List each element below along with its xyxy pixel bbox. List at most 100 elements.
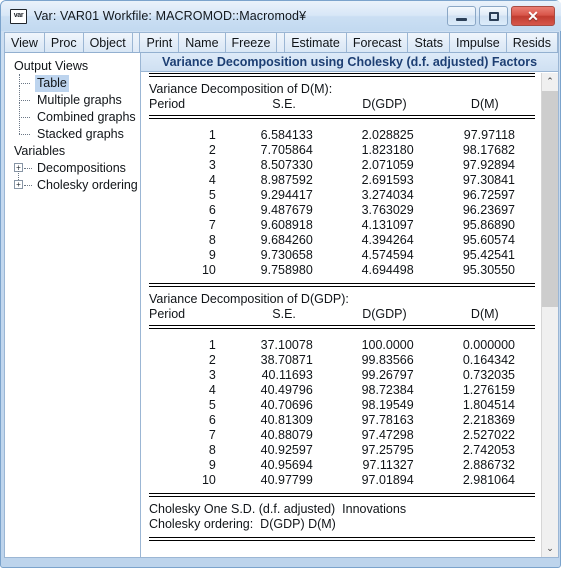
table-row: 3 40.11693 99.26797 0.732035 <box>149 368 535 383</box>
sidebar-item-cholesky-ordering[interactable]: + Cholesky ordering <box>5 169 140 194</box>
cell-dm: 98.17682 <box>462 143 515 157</box>
cell-dgdp: 4.694498 <box>361 263 414 277</box>
cell-se: 40.97799 <box>260 473 313 487</box>
table-1-header-row: Period S.E. D(GDP) D(M) <box>149 97 535 112</box>
cell-period: 6 <box>208 203 216 217</box>
toolbar-button-stats[interactable]: Stats <box>408 33 450 52</box>
table-row: 2 38.70871 99.83566 0.164342 <box>149 353 535 368</box>
sidebar-item-table[interactable]: Table <box>5 74 140 92</box>
cell-dm: 95.30550 <box>462 263 515 277</box>
cell-period: 4 <box>208 383 216 397</box>
cell-period: 8 <box>208 233 216 247</box>
cell-dm: 96.72597 <box>462 188 515 202</box>
cell-dgdp: 3.763029 <box>361 203 414 217</box>
sidebar-item-label: Table <box>35 75 69 92</box>
cell-se: 8.987592 <box>260 173 313 187</box>
close-icon: ✕ <box>527 8 539 24</box>
minimize-button[interactable] <box>447 6 476 26</box>
cell-period: 4 <box>208 173 216 187</box>
cell-dgdp: 100.0000 <box>361 338 414 352</box>
table-2-caption: Variance Decomposition of D(GDP): <box>149 292 349 306</box>
toolbar-button-view[interactable]: View <box>5 33 45 52</box>
cell-se: 9.758980 <box>260 263 313 277</box>
sidebar-item-combined-graphs[interactable]: Combined graphs <box>5 102 140 126</box>
toolbar-button-name[interactable]: Name <box>179 33 226 52</box>
page-title: Variance Decomposition using Cholesky (d… <box>141 53 558 72</box>
cell-dgdp: 97.11327 <box>362 458 414 472</box>
tree-dash <box>24 168 32 169</box>
cell-se: 9.730658 <box>260 248 313 262</box>
window-titlebar[interactable]: var Var: VAR01 Workfile: MACROMOD::Macro… <box>1 1 561 31</box>
cell-dgdp: 97.25795 <box>361 443 414 457</box>
scroll-down-icon[interactable]: ⌄ <box>542 540 558 557</box>
scroll-up-icon[interactable]: ⌃ <box>542 73 558 90</box>
cell-se: 7.705864 <box>260 143 313 157</box>
cell-dgdp: 99.26797 <box>361 368 414 382</box>
cell-period: 9 <box>208 248 216 262</box>
sidebar-item-stacked-graphs[interactable]: Stacked graphs <box>5 119 140 143</box>
table-row: 8 9.684260 4.394264 95.60574 <box>149 233 535 248</box>
sidebar-item-label: Stacked graphs <box>37 127 124 141</box>
toolbar-button-object[interactable]: Object <box>83 33 133 52</box>
cell-period: 7 <box>208 218 216 232</box>
cell-se: 37.10078 <box>260 338 313 352</box>
toolbar-button-proc[interactable]: Proc <box>44 33 84 52</box>
table-1-body: 1 6.584133 2.028825 97.97118 2 7.705864 1.823… <box>149 128 535 278</box>
cell-se: 40.70696 <box>260 398 313 412</box>
sidebar-item-label: Multiple graphs <box>37 93 122 107</box>
scrollbar-thumb[interactable] <box>542 91 558 307</box>
cell-dm: 97.97118 <box>463 128 515 142</box>
column-header-period: Period <box>149 307 186 321</box>
toolbar-button-impulse[interactable]: Impulse <box>449 33 507 52</box>
main-toolbar: View Proc Object Print Name Freeze Estim… <box>4 32 559 53</box>
cell-dm: 0.732035 <box>462 368 515 382</box>
table-row: 6 40.81309 97.78163 2.218369 <box>149 413 535 428</box>
cell-dm: 0.164342 <box>462 353 515 367</box>
cell-dgdp: 97.47298 <box>361 428 414 442</box>
var-object-icon: var <box>10 8 27 24</box>
window-controls: ✕ <box>447 6 555 26</box>
expand-plus-icon[interactable]: + <box>14 180 23 189</box>
table-row: 1 37.10078 100.0000 0.000000 <box>149 338 535 353</box>
tree-group-output-views: Output Views <box>14 59 89 73</box>
cell-period: 2 <box>208 353 216 367</box>
sidebar-item-multiple-graphs[interactable]: Multiple graphs <box>5 85 140 109</box>
table-row: 5 9.294417 3.274034 96.72597 <box>149 188 535 203</box>
maximize-button[interactable] <box>479 6 508 26</box>
column-header-dm: D(M) <box>470 307 499 321</box>
cell-period: 5 <box>208 188 216 202</box>
close-button[interactable]: ✕ <box>511 6 555 26</box>
maximize-icon <box>488 11 499 21</box>
cell-period: 10 <box>201 263 216 277</box>
toolbar-button-print[interactable]: Print <box>140 33 180 52</box>
cell-period: 1 <box>208 338 216 352</box>
toolbar-button-freeze[interactable]: Freeze <box>225 33 278 52</box>
tree-dash <box>24 185 32 186</box>
table-row: 6 9.487679 3.763029 96.23697 <box>149 203 535 218</box>
report-rule-bottom <box>149 537 535 541</box>
table-row: 8 40.92597 97.25795 2.742053 <box>149 443 535 458</box>
var-object-window: var Var: VAR01 Workfile: MACROMOD::Macro… <box>0 0 561 568</box>
table-2-body: 1 37.10078 100.0000 0.000000 2 38.70871 99.83… <box>149 338 535 488</box>
cell-dm: 1.804514 <box>462 398 515 412</box>
cell-dm: 96.23697 <box>462 203 515 217</box>
cell-dm: 95.42541 <box>462 248 515 262</box>
table-2-header-row: Period S.E. D(GDP) D(M) <box>149 307 535 322</box>
column-header-dgdp: D(GDP) <box>362 307 407 321</box>
toolbar-separator-1 <box>132 33 141 52</box>
toolbar-button-estimate[interactable]: Estimate <box>285 33 347 52</box>
table-row: 10 9.758980 4.694498 95.30550 <box>149 263 535 278</box>
cell-dgdp: 2.028825 <box>361 128 414 142</box>
table-row: 7 40.88079 97.47298 2.527022 <box>149 428 535 443</box>
toolbar-button-resids[interactable]: Resids <box>506 33 558 52</box>
cell-dgdp: 97.78163 <box>361 413 414 427</box>
cell-dm: 95.86890 <box>462 218 515 232</box>
sidebar-item-decompositions[interactable]: + Decompositions <box>5 160 140 177</box>
tree-dash <box>19 134 30 135</box>
table-row: 4 8.987592 2.691593 97.30841 <box>149 173 535 188</box>
toolbar-button-forecast[interactable]: Forecast <box>346 33 409 52</box>
vertical-scrollbar[interactable]: ⌃ ⌄ <box>541 73 558 557</box>
cell-dm: 0.000000 <box>462 338 515 352</box>
column-header-se: S.E. <box>272 307 296 321</box>
